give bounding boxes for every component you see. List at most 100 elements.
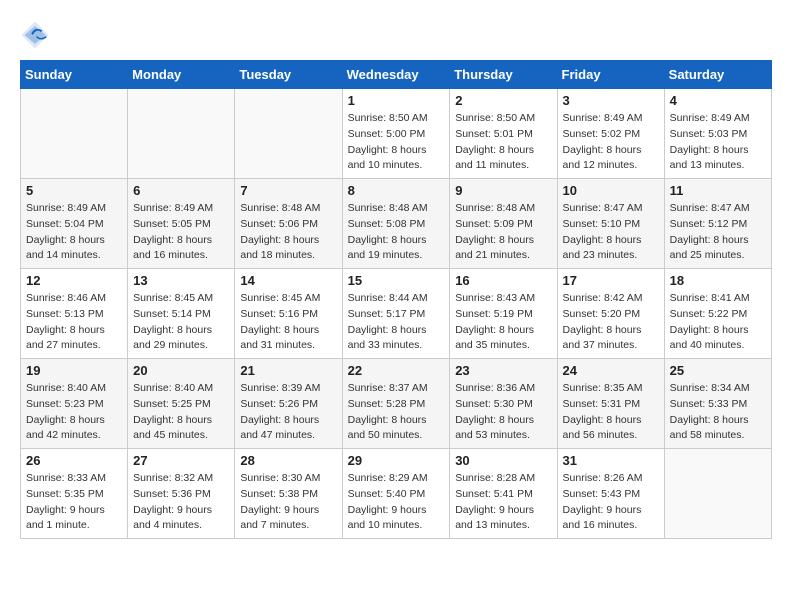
day-info: Sunrise: 8:49 AM Sunset: 5:05 PM Dayligh…: [133, 201, 229, 264]
day-number: 10: [563, 183, 659, 198]
day-info: Sunrise: 8:40 AM Sunset: 5:25 PM Dayligh…: [133, 381, 229, 444]
day-info: Sunrise: 8:50 AM Sunset: 5:01 PM Dayligh…: [455, 111, 551, 174]
day-number: 18: [670, 273, 766, 288]
day-number: 5: [26, 183, 122, 198]
calendar-cell: 18 Sunrise: 8:41 AM Sunset: 5:22 PM Dayli…: [664, 269, 771, 359]
calendar-cell: 2 Sunrise: 8:50 AM Sunset: 5:01 PM Daylig…: [450, 89, 557, 179]
calendar-cell: 20 Sunrise: 8:40 AM Sunset: 5:25 PM Dayli…: [128, 359, 235, 449]
calendar-header-row: SundayMondayTuesdayWednesdayThursdayFrid…: [21, 61, 772, 89]
calendar-cell: 13Sunrise: 8:45 AM Sunset: 5:14 PM Dayli…: [128, 269, 235, 359]
day-info: Sunrise: 8:48 AM Sunset: 5:06 PM Dayligh…: [240, 201, 336, 264]
calendar-cell: 25 Sunrise: 8:34 AM Sunset: 5:33 PM Dayli…: [664, 359, 771, 449]
day-info: Sunrise: 8:29 AM Sunset: 5:40 PM Dayligh…: [348, 471, 445, 534]
day-number: 6: [133, 183, 229, 198]
day-number: 15: [348, 273, 445, 288]
calendar-cell: 16 Sunrise: 8:43 AM Sunset: 5:19 PM Dayli…: [450, 269, 557, 359]
day-info: Sunrise: 8:34 AM Sunset: 5:33 PM Dayligh…: [670, 381, 766, 444]
day-info: Sunrise: 8:26 AM Sunset: 5:43 PM Dayligh…: [563, 471, 659, 534]
calendar-week-row: 1 Sunrise: 8:50 AM Sunset: 5:00 PM Daylig…: [21, 89, 772, 179]
calendar-cell: 31 Sunrise: 8:26 AM Sunset: 5:43 PM Dayli…: [557, 449, 664, 539]
calendar-cell: 30Sunrise: 8:28 AM Sunset: 5:41 PM Dayli…: [450, 449, 557, 539]
page-header: [20, 20, 772, 50]
day-info: Sunrise: 8:45 AM Sunset: 5:16 PM Dayligh…: [240, 291, 336, 354]
day-of-week-header: Friday: [557, 61, 664, 89]
day-number: 21: [240, 363, 336, 378]
calendar-cell: [128, 89, 235, 179]
day-info: Sunrise: 8:37 AM Sunset: 5:28 PM Dayligh…: [348, 381, 445, 444]
calendar-cell: [21, 89, 128, 179]
day-number: 19: [26, 363, 122, 378]
day-info: Sunrise: 8:47 AM Sunset: 5:12 PM Dayligh…: [670, 201, 766, 264]
day-number: 4: [670, 93, 766, 108]
day-info: Sunrise: 8:33 AM Sunset: 5:35 PM Dayligh…: [26, 471, 122, 534]
day-info: Sunrise: 8:50 AM Sunset: 5:00 PM Dayligh…: [348, 111, 445, 174]
calendar-cell: 1 Sunrise: 8:50 AM Sunset: 5:00 PM Daylig…: [342, 89, 450, 179]
day-info: Sunrise: 8:49 AM Sunset: 5:02 PM Dayligh…: [563, 111, 659, 174]
calendar-cell: 28Sunrise: 8:30 AM Sunset: 5:38 PM Dayli…: [235, 449, 342, 539]
calendar-week-row: 12 Sunrise: 8:46 AM Sunset: 5:13 PM Dayli…: [21, 269, 772, 359]
day-of-week-header: Wednesday: [342, 61, 450, 89]
calendar-cell: 26 Sunrise: 8:33 AM Sunset: 5:35 PM Dayli…: [21, 449, 128, 539]
calendar-cell: 15 Sunrise: 8:44 AM Sunset: 5:17 PM Dayli…: [342, 269, 450, 359]
logo: [20, 20, 54, 50]
calendar-cell: 3 Sunrise: 8:49 AM Sunset: 5:02 PM Daylig…: [557, 89, 664, 179]
calendar-week-row: 26 Sunrise: 8:33 AM Sunset: 5:35 PM Dayli…: [21, 449, 772, 539]
day-info: Sunrise: 8:49 AM Sunset: 5:04 PM Dayligh…: [26, 201, 122, 264]
day-number: 27: [133, 453, 229, 468]
day-info: Sunrise: 8:49 AM Sunset: 5:03 PM Dayligh…: [670, 111, 766, 174]
calendar-week-row: 19 Sunrise: 8:40 AM Sunset: 5:23 PM Dayli…: [21, 359, 772, 449]
day-number: 23: [455, 363, 551, 378]
day-info: Sunrise: 8:35 AM Sunset: 5:31 PM Dayligh…: [563, 381, 659, 444]
day-info: Sunrise: 8:48 AM Sunset: 5:09 PM Dayligh…: [455, 201, 551, 264]
day-info: Sunrise: 8:41 AM Sunset: 5:22 PM Dayligh…: [670, 291, 766, 354]
day-info: Sunrise: 8:42 AM Sunset: 5:20 PM Dayligh…: [563, 291, 659, 354]
calendar-cell: 21 Sunrise: 8:39 AM Sunset: 5:26 PM Dayli…: [235, 359, 342, 449]
calendar-cell: 11 Sunrise: 8:47 AM Sunset: 5:12 PM Dayli…: [664, 179, 771, 269]
day-number: 16: [455, 273, 551, 288]
day-of-week-header: Saturday: [664, 61, 771, 89]
day-number: 17: [563, 273, 659, 288]
day-number: 31: [563, 453, 659, 468]
day-number: 12: [26, 273, 122, 288]
calendar-cell: 5 Sunrise: 8:49 AM Sunset: 5:04 PM Daylig…: [21, 179, 128, 269]
calendar-cell: 17 Sunrise: 8:42 AM Sunset: 5:20 PM Dayli…: [557, 269, 664, 359]
day-info: Sunrise: 8:30 AM Sunset: 5:38 PM Dayligh…: [240, 471, 336, 534]
day-info: Sunrise: 8:43 AM Sunset: 5:19 PM Dayligh…: [455, 291, 551, 354]
day-number: 29: [348, 453, 445, 468]
calendar-cell: 8 Sunrise: 8:48 AM Sunset: 5:08 PM Daylig…: [342, 179, 450, 269]
day-number: 24: [563, 363, 659, 378]
logo-icon: [20, 20, 50, 50]
day-of-week-header: Thursday: [450, 61, 557, 89]
calendar-cell: 19 Sunrise: 8:40 AM Sunset: 5:23 PM Dayli…: [21, 359, 128, 449]
day-number: 3: [563, 93, 659, 108]
day-number: 25: [670, 363, 766, 378]
calendar-cell: 29 Sunrise: 8:29 AM Sunset: 5:40 PM Dayli…: [342, 449, 450, 539]
day-number: 11: [670, 183, 766, 198]
day-info: Sunrise: 8:36 AM Sunset: 5:30 PM Dayligh…: [455, 381, 551, 444]
calendar-cell: 23 Sunrise: 8:36 AM Sunset: 5:30 PM Dayli…: [450, 359, 557, 449]
calendar-cell: [235, 89, 342, 179]
day-info: Sunrise: 8:44 AM Sunset: 5:17 PM Dayligh…: [348, 291, 445, 354]
day-number: 22: [348, 363, 445, 378]
calendar-cell: 6 Sunrise: 8:49 AM Sunset: 5:05 PM Daylig…: [128, 179, 235, 269]
day-number: 2: [455, 93, 551, 108]
day-info: Sunrise: 8:28 AM Sunset: 5:41 PM Dayligh…: [455, 471, 551, 534]
calendar-week-row: 5 Sunrise: 8:49 AM Sunset: 5:04 PM Daylig…: [21, 179, 772, 269]
day-number: 13: [133, 273, 229, 288]
day-info: Sunrise: 8:39 AM Sunset: 5:26 PM Dayligh…: [240, 381, 336, 444]
day-info: Sunrise: 8:47 AM Sunset: 5:10 PM Dayligh…: [563, 201, 659, 264]
day-number: 1: [348, 93, 445, 108]
day-number: 20: [133, 363, 229, 378]
calendar-cell: 9Sunrise: 8:48 AM Sunset: 5:09 PM Daylig…: [450, 179, 557, 269]
day-number: 8: [348, 183, 445, 198]
calendar-cell: 4 Sunrise: 8:49 AM Sunset: 5:03 PM Daylig…: [664, 89, 771, 179]
day-info: Sunrise: 8:48 AM Sunset: 5:08 PM Dayligh…: [348, 201, 445, 264]
day-number: 26: [26, 453, 122, 468]
calendar-cell: 14 Sunrise: 8:45 AM Sunset: 5:16 PM Dayli…: [235, 269, 342, 359]
day-info: Sunrise: 8:32 AM Sunset: 5:36 PM Dayligh…: [133, 471, 229, 534]
day-number: 14: [240, 273, 336, 288]
day-of-week-header: Monday: [128, 61, 235, 89]
day-info: Sunrise: 8:40 AM Sunset: 5:23 PM Dayligh…: [26, 381, 122, 444]
day-info: Sunrise: 8:46 AM Sunset: 5:13 PM Dayligh…: [26, 291, 122, 354]
day-of-week-header: Sunday: [21, 61, 128, 89]
